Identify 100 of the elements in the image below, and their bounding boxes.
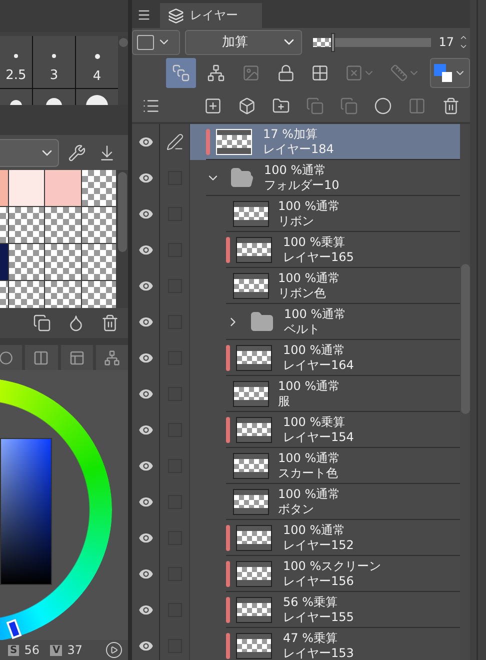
layer-name: レイヤー165 — [283, 250, 354, 264]
layer-mode: 100 %通常 — [278, 198, 340, 214]
folder-icon — [230, 166, 254, 190]
transparent-swatch[interactable] — [0, 281, 8, 308]
scroll-thumb[interactable] — [460, 264, 470, 414]
layer-mode: 100 %通常 — [283, 522, 346, 538]
chevron-down-icon — [459, 42, 468, 51]
layer-mode: 100 %通常 — [278, 378, 340, 394]
color-swatch[interactable] — [0, 244, 8, 280]
transparent-swatch[interactable] — [82, 207, 116, 243]
play-icon — [104, 641, 123, 659]
grid-icon — [311, 64, 330, 82]
brush-size-cell[interactable] — [33, 89, 75, 106]
brush-size-cell[interactable] — [76, 89, 118, 106]
layer-thumbnail — [233, 452, 269, 478]
color-swatch[interactable] — [45, 170, 81, 206]
hierarchy-icon — [206, 64, 225, 82]
opacity-value: 17 — [438, 35, 454, 49]
transparent-swatch[interactable] — [9, 207, 44, 243]
brush-size-cell[interactable]: 3 — [33, 36, 75, 88]
layer-name: レイヤー156 — [283, 574, 355, 588]
folder-mode: 100 %通常 — [284, 306, 346, 322]
layer-name: レイヤー184 — [263, 142, 334, 156]
transparent-swatch[interactable] — [45, 281, 81, 308]
wrench-icon — [68, 144, 86, 162]
brush-size-label: 3 — [50, 68, 58, 83]
layer-name: リボン色 — [278, 286, 327, 300]
brush-size-cell[interactable]: 4 — [76, 36, 118, 88]
download-icon — [98, 144, 116, 162]
layer-stack-icon — [172, 64, 190, 82]
play-button[interactable] — [104, 640, 124, 660]
folder-mode: 100 %通常 — [264, 162, 328, 178]
layer-name: レイヤー164 — [283, 358, 354, 372]
split-square-icon — [33, 350, 50, 366]
layer-thumbnail — [233, 488, 269, 514]
layer-thumbnail — [216, 128, 252, 154]
transparent-swatch[interactable] — [9, 244, 44, 280]
slider-thumb[interactable] — [331, 32, 336, 52]
color-swatch[interactable] — [0, 170, 8, 206]
transparent-swatch[interactable] — [45, 207, 81, 243]
color-set-dropdown[interactable] — [0, 138, 59, 166]
trash-icon — [101, 314, 119, 332]
opacity-slider[interactable] — [313, 32, 431, 52]
brush-size-cell[interactable] — [0, 89, 32, 106]
copy-icon — [306, 97, 324, 115]
transparent-swatch[interactable] — [0, 207, 8, 243]
layer-name: 服 — [278, 394, 291, 408]
layer-mode: 100 %通常 — [278, 450, 340, 466]
panel-tab[interactable] — [25, 345, 58, 370]
layers-icon — [168, 8, 184, 24]
saturation-value-square[interactable] — [0, 438, 52, 585]
layer-mode: 100 %通常 — [283, 342, 346, 358]
copy-icon — [340, 97, 358, 115]
layer-row[interactable]: 17 %加算 レイヤー184 — [190, 124, 460, 160]
layer-color-button[interactable] — [430, 58, 470, 88]
cube-icon — [238, 97, 256, 115]
layer-name: レイヤー155 — [283, 610, 354, 624]
layer-name: リボン — [278, 214, 315, 228]
layer-mode: 47 %乗算 — [283, 630, 338, 646]
layer-mode: 56 %乗算 — [283, 594, 338, 610]
layer-name: スカート色 — [278, 466, 339, 480]
layer-mode: 100 %通常 — [278, 486, 340, 502]
transparent-swatch[interactable] — [82, 281, 116, 308]
layer-thumbnail — [236, 236, 272, 262]
brush-size-label: 2.5 — [6, 68, 26, 83]
layer-mode: 100 %スクリーン — [283, 558, 382, 574]
picture-icon — [242, 64, 260, 82]
layer-thumbnail — [236, 344, 272, 370]
color-swatch[interactable] — [9, 170, 44, 206]
scroll-thumb[interactable] — [118, 38, 128, 47]
circle-icon — [374, 97, 392, 115]
scroll-thumb[interactable] — [118, 172, 126, 252]
border-dropdown[interactable] — [132, 30, 180, 54]
layer-name: レイヤー154 — [283, 430, 354, 444]
toolbar-button[interactable] — [166, 58, 196, 88]
channel-label: S — [8, 644, 20, 656]
spinner-control[interactable] — [459, 33, 468, 51]
chevron-up-icon — [459, 33, 468, 42]
blend-mode-dropdown[interactable]: 加算 — [185, 30, 302, 54]
hierarchy-icon — [104, 350, 120, 366]
channel-label: V — [50, 644, 62, 656]
layer-name: レイヤー152 — [283, 538, 354, 552]
transparent-swatch[interactable] — [82, 244, 116, 280]
layer-tab[interactable]: レイヤー — [160, 3, 262, 28]
split-square-icon — [408, 97, 426, 115]
layer-thumbnail — [233, 380, 269, 406]
transparent-swatch[interactable] — [82, 170, 116, 206]
panel-tab[interactable] — [60, 345, 93, 370]
layer-thumbnail — [233, 272, 269, 298]
square-cross-icon — [345, 64, 364, 82]
folder-icon — [250, 310, 274, 334]
menu-icon — [137, 8, 151, 22]
channel-value: 37 — [67, 643, 83, 657]
layer-mode: 100 %乗算 — [283, 234, 346, 250]
brush-size-cell[interactable]: 2.5 — [0, 36, 32, 88]
transparent-swatch[interactable] — [45, 244, 81, 280]
brush-size-label: 4 — [92, 69, 102, 84]
new-layer-icon — [204, 97, 222, 115]
ruler-icon — [390, 64, 408, 82]
transparent-swatch[interactable] — [9, 281, 44, 308]
